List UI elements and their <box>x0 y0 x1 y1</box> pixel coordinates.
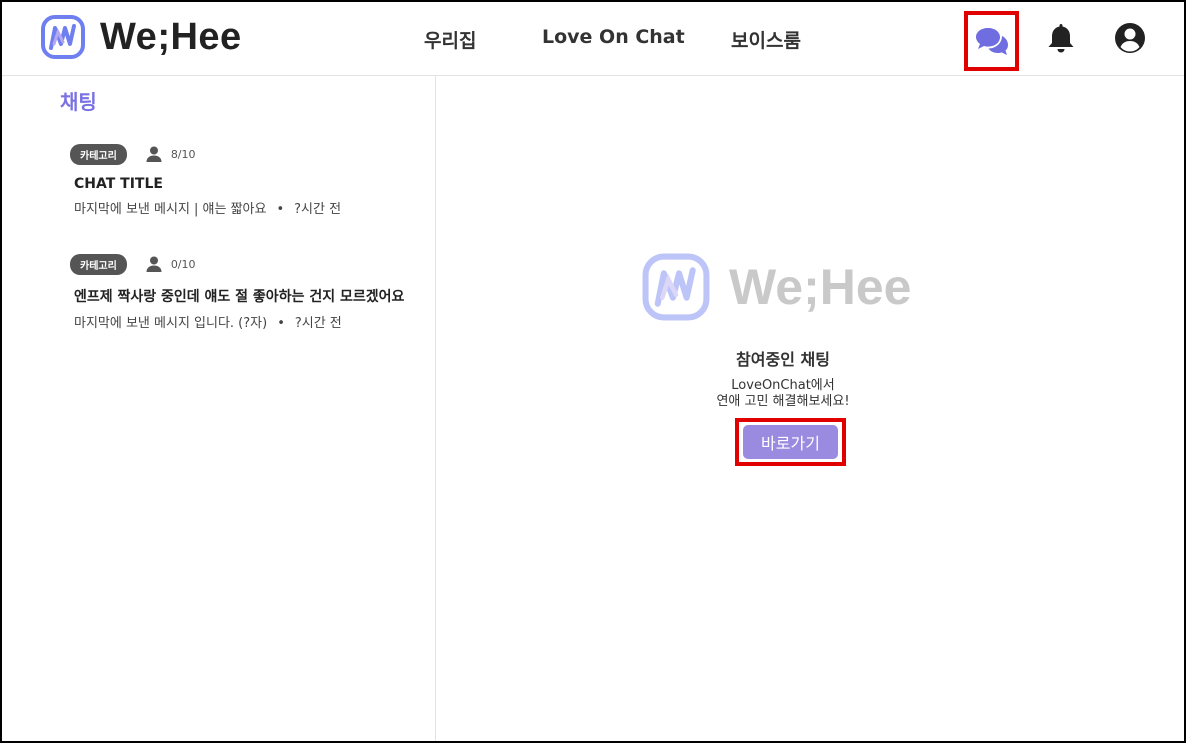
person-icon <box>146 256 162 272</box>
user-circle-icon <box>1115 23 1145 53</box>
chat-list-title: 채팅 <box>60 90 97 114</box>
top-header: We;Hee 우리집 Love On Chat 보이스룸 <box>2 2 1184 76</box>
go-shortcut-button[interactable]: 바로가기 <box>743 425 838 459</box>
chat-preview: 마지막에 보낸 메시지 | 얘는 짧아요 • ?시간 전 <box>74 198 430 217</box>
empty-desc-line: LoveOnChat에서 <box>731 378 835 393</box>
go-button-highlight: 바로가기 <box>735 418 846 466</box>
last-message: 마지막에 보낸 메시지 | 얘는 짧아요 <box>74 202 267 217</box>
empty-state-title: 참여중인 채팅 <box>736 350 830 369</box>
nav-home[interactable]: 우리집 <box>424 26 476 53</box>
wehee-logo-icon <box>642 253 710 321</box>
chat-title: 엔프제 짝사랑 중인데 얘도 절 좋아하는 건지 모르겠어요 <box>74 289 405 305</box>
chat-button[interactable] <box>964 11 1019 71</box>
chat-content-panel: We;Hee 참여중인 채팅 LoveOnChat에서 연애 고민 해결해보세요… <box>437 76 1184 741</box>
person-icon <box>146 146 162 162</box>
category-badge: 카테고리 <box>70 143 127 165</box>
chat-time: ?시간 전 <box>294 316 342 331</box>
nav-voice-room[interactable]: 보이스룸 <box>731 26 801 53</box>
brand-name: We;Hee <box>100 15 242 58</box>
watermark-brand-name: We;Hee <box>729 259 912 315</box>
chat-bubbles-icon <box>975 28 1008 55</box>
logo[interactable]: We;Hee <box>40 14 242 60</box>
chat-time: ?시간 전 <box>294 202 342 217</box>
chat-preview: 마지막에 보낸 메시지 입니다. (?자) • ?시간 전 <box>74 312 430 331</box>
wehee-logo-icon <box>41 15 85 59</box>
member-count: 8/10 <box>170 147 196 161</box>
last-message: 마지막에 보낸 메시지 입니다. (?자) <box>74 316 268 331</box>
member-count: 0/10 <box>170 257 196 271</box>
notifications-button[interactable] <box>1043 20 1079 56</box>
profile-button[interactable] <box>1112 20 1148 56</box>
nav-love-on-chat[interactable]: Love On Chat <box>542 26 685 48</box>
watermark-logo: We;Hee <box>641 252 911 322</box>
separator-dot: • <box>277 316 285 331</box>
category-badge: 카테고리 <box>70 253 127 275</box>
bell-icon <box>1048 24 1074 53</box>
chat-list-item[interactable]: 카테고리 0/10 엔프제 짝사랑 중인데 얘도 절 좋아하는 건지 모르겠어요… <box>70 253 430 331</box>
separator-dot: • <box>276 202 285 217</box>
chat-list-item[interactable]: 카테고리 8/10 CHAT TITLE 마지막에 보낸 메시지 | 얘는 짧아… <box>70 143 430 217</box>
chat-list-panel: 채팅 카테고리 8/10 CHAT TITLE 마지막에 보낸 메시지 | 얘는… <box>2 76 436 741</box>
chat-title: CHAT TITLE <box>74 176 163 192</box>
empty-desc-line: 연애 고민 해결해보세요! <box>716 394 850 409</box>
empty-state-description: LoveOnChat에서 연애 고민 해결해보세요! <box>437 378 1129 410</box>
